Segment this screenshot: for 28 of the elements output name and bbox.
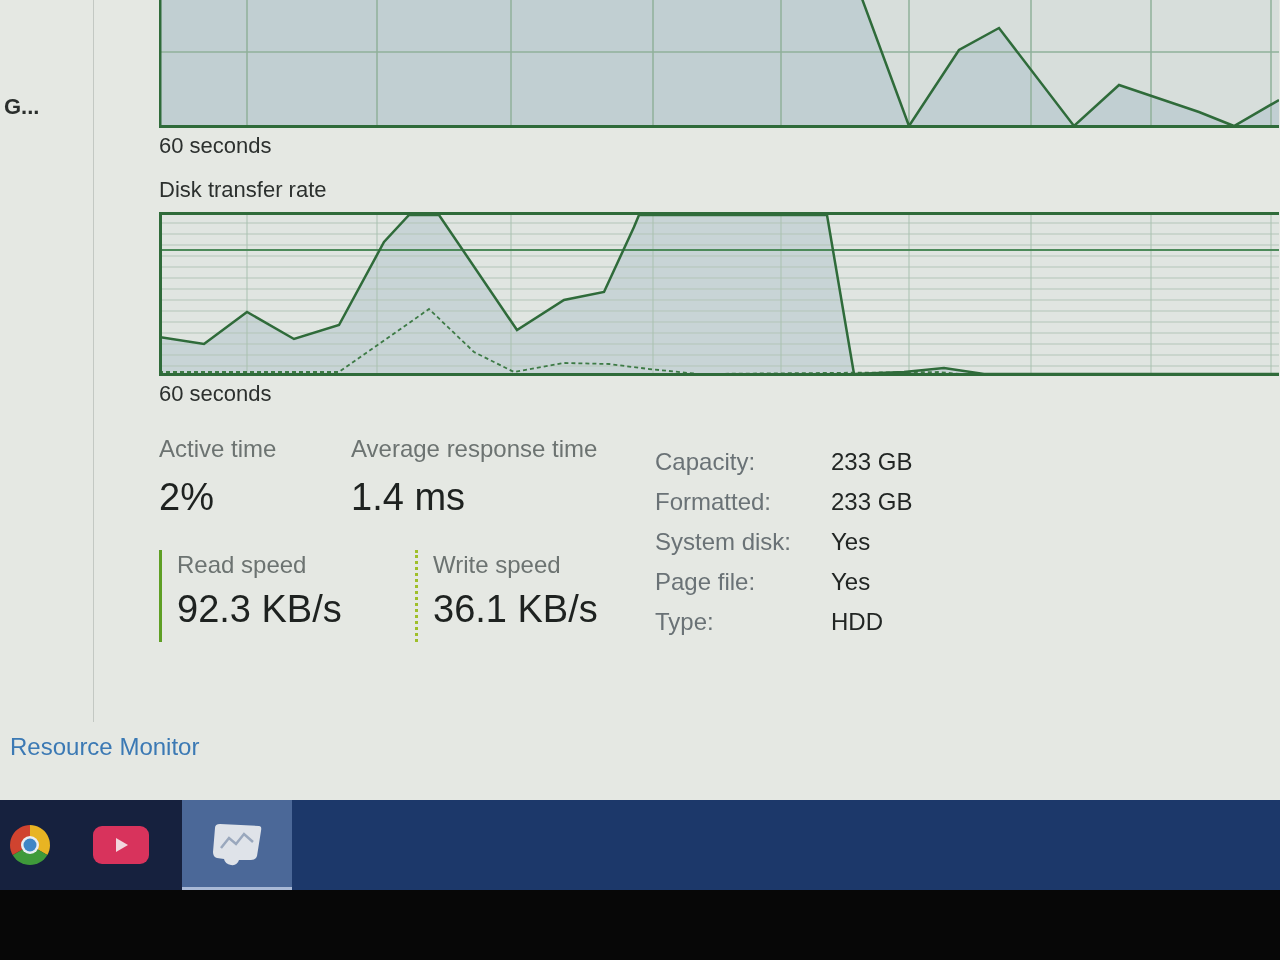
graph-window-icon	[211, 821, 263, 866]
speed-label: Write speed	[433, 550, 562, 580]
taskbar-button[interactable]	[182, 800, 292, 890]
time-label: 60 seconds	[159, 132, 272, 160]
speed-label: Read speed	[177, 550, 308, 580]
color-wheel-icon	[10, 825, 50, 865]
taskbar-button[interactable]	[0, 800, 60, 890]
property-label: Page file:	[655, 568, 757, 596]
speed-value: 36.1 KB/s	[433, 587, 599, 632]
property-label: System disk:	[655, 528, 793, 556]
property-label: Formatted:	[655, 488, 773, 516]
stat-label: Active time	[159, 434, 278, 464]
stat-label: Average response time	[351, 434, 599, 464]
property-label: Type:	[655, 608, 715, 636]
sidebar-item[interactable]: G...	[0, 92, 68, 122]
play-icon	[93, 826, 149, 864]
property-value: Yes	[831, 528, 872, 556]
time-label: 60 seconds	[159, 380, 272, 408]
property-value: 233 GB	[831, 488, 913, 516]
resource-monitor-link[interactable]: Resource Monitor	[10, 732, 200, 762]
stat-value: 1.4 ms	[351, 475, 467, 520]
speed-value: 92.3 KB/s	[177, 587, 343, 632]
property-value: Yes	[831, 568, 872, 596]
property-label: Capacity:	[655, 448, 757, 476]
property-value: 233 GB	[831, 448, 913, 476]
graph-title: Disk transfer rate	[159, 176, 327, 204]
stat-value: 2%	[159, 475, 215, 520]
property-value: HDD	[831, 608, 884, 636]
